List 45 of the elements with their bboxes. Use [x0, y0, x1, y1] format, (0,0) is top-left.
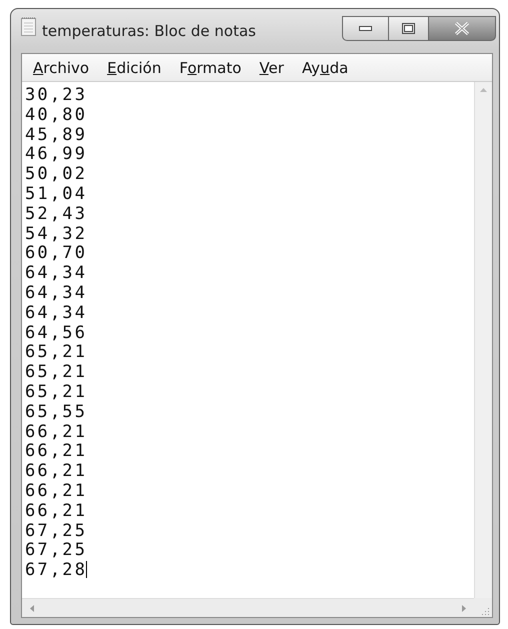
text-line: 52,43	[25, 204, 88, 224]
right-arrow-icon	[462, 604, 466, 612]
text-area[interactable]: 30,23 40,80 45,89 46,99 50,02 51,04 52,43 54,32 60,70 64,34 64,34 64,34 64,56 65,21 65,21 65,21 65,55 66,21 66,21 66,21 66,21 66,21 67,25 67,25 67,28	[22, 82, 474, 598]
text-line: 65,55	[25, 402, 88, 422]
text-line: 64,34	[25, 263, 88, 284]
maximize-icon	[402, 23, 415, 34]
text-line: 30,23	[25, 85, 88, 105]
close-button[interactable]	[429, 16, 496, 41]
menu-item[interactable]: Edición	[98, 56, 170, 78]
left-arrow-icon	[30, 604, 34, 612]
text-line: 60,70	[25, 243, 88, 264]
minimize-icon	[359, 26, 372, 31]
text-line: 66,21	[25, 441, 88, 462]
up-arrow-icon	[480, 88, 487, 92]
text-line: 64,34	[25, 282, 88, 303]
text-line: 64,56	[25, 322, 88, 343]
text-line: 65,21	[25, 362, 88, 382]
text-line: 45,89	[25, 124, 88, 145]
menu-item[interactable]: Ver	[250, 56, 293, 78]
text-line: 67,25	[25, 520, 88, 541]
window-title: temperaturas: Bloc de notas	[42, 22, 256, 40]
menu-item[interactable]: Formato	[170, 56, 250, 78]
text-line: 66,21	[25, 461, 88, 482]
text-line: 51,04	[25, 184, 88, 204]
notepad-icon	[21, 17, 36, 36]
horizontal-scrollbar[interactable]	[22, 598, 474, 617]
text-line: 66,21	[25, 422, 88, 442]
text-line: 65,21	[25, 382, 88, 402]
text-line: 66,21	[25, 480, 88, 501]
resize-grip-icon	[482, 607, 490, 615]
text-line: 66,21	[25, 500, 88, 521]
text-line: 64,34	[25, 302, 88, 323]
text-line: 65,21	[25, 342, 88, 362]
text-line: 67,28	[25, 560, 88, 580]
menu-item[interactable]: Ayuda	[292, 56, 358, 78]
text-line: 50,02	[25, 164, 88, 184]
text-line: 46,99	[25, 144, 88, 164]
menu-item[interactable]: Archivo	[24, 56, 98, 78]
text-line: 54,32	[25, 224, 88, 244]
vertical-scrollbar[interactable]	[474, 82, 492, 598]
minimize-button[interactable]	[342, 16, 389, 41]
text-line: 67,25	[25, 540, 88, 560]
maximize-button[interactable]	[389, 16, 429, 41]
text-line: 40,80	[25, 104, 88, 125]
close-icon	[454, 22, 470, 35]
